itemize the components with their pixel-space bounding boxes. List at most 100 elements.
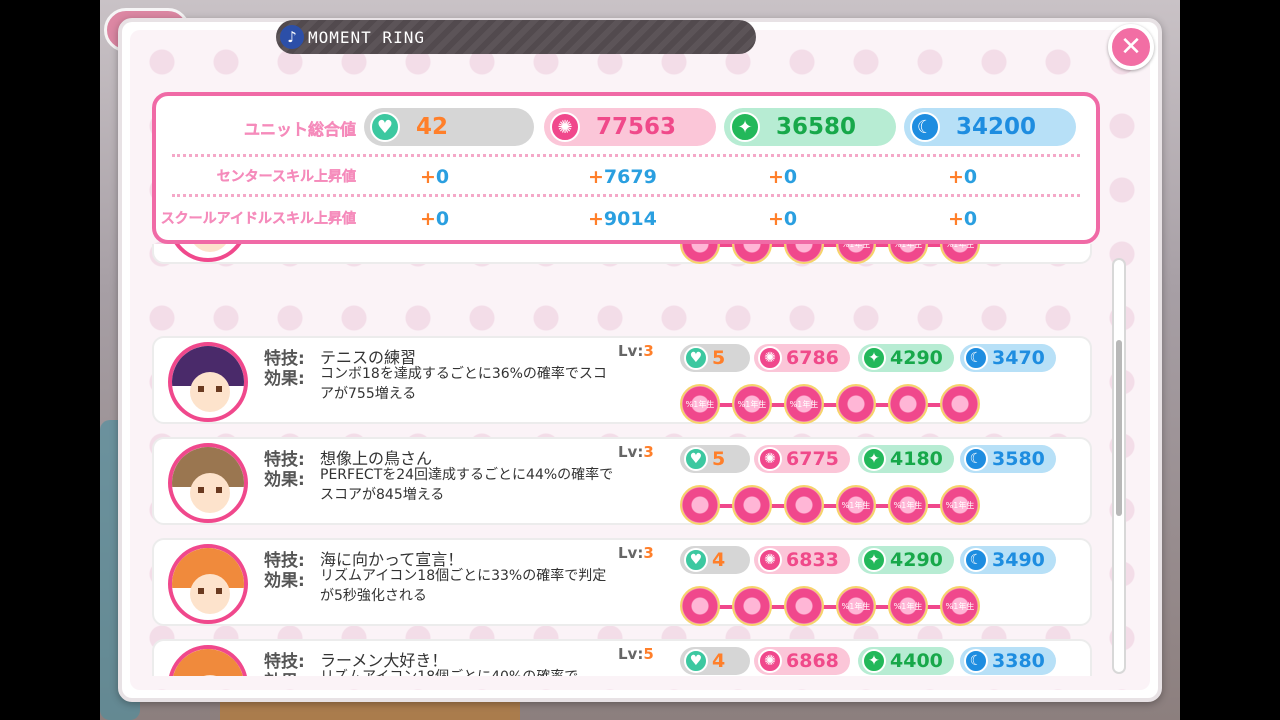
skill-slot[interactable] [784, 485, 824, 525]
smile-attribute-icon: ✺ [758, 548, 782, 572]
avatar-eyes [198, 386, 222, 392]
school-bonus-smile: +9014 [588, 208, 657, 230]
member-avatar[interactable] [168, 645, 248, 676]
school-idol-skill-label: スクールアイドルスキル上昇値 [160, 211, 357, 227]
skill-effect: リズムアイコン18個ごとに33%の確率で判定が5秒強化される [320, 568, 607, 604]
member-smile: ✺ 6775 [754, 445, 850, 473]
skill-slots: %1年生 %1年生 %1年生 [680, 244, 980, 264]
avatar-face [190, 244, 230, 252]
heart-icon: ♥ [684, 346, 708, 370]
pure-attribute-icon: ✦ [862, 447, 886, 471]
effect-label: 効果: [264, 369, 305, 389]
unit-total-label: ユニット総合値 [243, 120, 356, 139]
member-avatar[interactable] [168, 244, 248, 262]
heart-icon: ♥ [684, 447, 708, 471]
member-pure: ✦ 4400 [858, 647, 954, 675]
skill-effect: リズムアイコン18個ごとに40%の確率で [320, 667, 620, 676]
member-pure: ✦ 4180 [858, 445, 954, 473]
skill-slot[interactable]: %1年生 [680, 384, 720, 424]
cool-attribute-icon: ☾ [964, 649, 988, 673]
member-cool: ☾ 3380 [960, 647, 1056, 675]
cool-attribute-icon: ☾ [964, 447, 988, 471]
divider [172, 194, 1080, 197]
skill-slot[interactable]: %1年生 [836, 586, 876, 626]
skill-slots: %1年生 %1年生 %1年生 [680, 485, 980, 525]
skill-level: Lv:3 [618, 342, 654, 360]
skill-slot[interactable] [784, 586, 824, 626]
close-icon: ✕ [1120, 32, 1142, 62]
skill-slot[interactable]: %1年生 [940, 485, 980, 525]
school-bonus-pure: +0 [768, 208, 798, 230]
skill-slot[interactable] [888, 384, 928, 424]
smile-attribute-icon: ✺ [550, 112, 580, 142]
game-screen: ♪ MOMENT RING ✕ ユニット総合値 ♥ 42 ✺ 77563 ✦ 3… [0, 0, 1280, 720]
skill-slot[interactable]: %1年生 [888, 586, 928, 626]
skill-level: Lv:5 [618, 645, 654, 663]
total-cool-value: 34200 [956, 114, 1037, 140]
scrollbar[interactable] [1112, 258, 1126, 674]
skill-slot[interactable]: %1年生 [940, 244, 980, 264]
smile-attribute-icon: ✺ [758, 649, 782, 673]
skill-level: Lv:3 [618, 544, 654, 562]
avatar-face [190, 574, 230, 614]
total-pure: ✦ 36580 [724, 108, 896, 146]
member-card[interactable]: 特技: 効果: リズムアイコン22個ごとに32%の確率で判定が5秒強化される L… [152, 244, 1092, 264]
pure-attribute-icon: ✦ [862, 649, 886, 673]
center-skill-label: センタースキル上昇値 [216, 169, 357, 185]
skill-slot[interactable]: %1年生 [836, 485, 876, 525]
avatar-eyes [198, 487, 222, 493]
member-hearts: ♥ 4 [680, 546, 750, 574]
avatar-face [190, 473, 230, 513]
close-button[interactable]: ✕ [1108, 24, 1154, 70]
heart-icon: ♥ [684, 649, 708, 673]
skill-slot[interactable]: %1年生 [732, 384, 772, 424]
title-bar: ♪ MOMENT RING [276, 20, 756, 54]
member-cool: ☾ 3470 [960, 344, 1056, 372]
unit-stats-panel: ユニット総合値 ♥ 42 ✺ 77563 ✦ 36580 ☾ 34200 センタ… [152, 92, 1100, 244]
member-hearts: ♥ 5 [680, 445, 750, 473]
pure-attribute-icon: ✦ [862, 346, 886, 370]
skill-slot[interactable]: %1年生 [784, 384, 824, 424]
skill-effect: コンボ18を達成するごとに36%の確率でスコアが755増える [320, 366, 607, 402]
member-avatar[interactable] [168, 443, 248, 523]
member-card[interactable]: 特技: テニスの練習 効果: コンボ18を達成するごとに36%の確率でスコアが7… [152, 336, 1092, 424]
school-bonus-cool: +0 [948, 208, 978, 230]
member-cool: ☾ 3580 [960, 445, 1056, 473]
smile-attribute-icon: ✺ [758, 346, 782, 370]
center-bonus-cool: +0 [948, 166, 978, 188]
skill-level: Lv:3 [618, 443, 654, 461]
member-list[interactable]: 特技: 効果: リズムアイコン22個ごとに32%の確率で判定が5秒強化される L… [152, 244, 1092, 676]
member-card[interactable]: 特技: ラーメン大好き！ 効果: リズムアイコン18個ごとに40%の確率で Lv… [152, 639, 1092, 676]
member-smile: ✺ 6868 [754, 647, 850, 675]
heart-icon: ♥ [684, 548, 708, 572]
avatar-eyes [198, 588, 222, 594]
skill-slot[interactable] [732, 244, 772, 264]
skill-slot[interactable]: %1年生 [940, 586, 980, 626]
member-card[interactable]: 特技: 想像上の鳥さん 効果: PERFECTを24回達成するごとに44%の確率… [152, 437, 1092, 525]
skill-slot[interactable] [836, 384, 876, 424]
skill-slot[interactable]: %1年生 [836, 244, 876, 264]
total-pure-value: 36580 [776, 114, 857, 140]
skill-slot[interactable] [680, 244, 720, 264]
skill-slot[interactable] [680, 485, 720, 525]
member-hearts: ♥ 4 [680, 647, 750, 675]
skill-slot[interactable] [732, 485, 772, 525]
skill-slot[interactable] [732, 586, 772, 626]
pure-attribute-icon: ✦ [862, 548, 886, 572]
member-smile: ✺ 6786 [754, 344, 850, 372]
member-hearts: ♥ 5 [680, 344, 750, 372]
avatar-hair [172, 649, 244, 676]
total-hearts-value: 42 [416, 114, 449, 140]
member-card[interactable]: 特技: 海に向かって宣言！ 効果: リズムアイコン18個ごとに33%の確率で判定… [152, 538, 1092, 626]
scroll-thumb[interactable] [1116, 340, 1122, 516]
skill-slot[interactable] [680, 586, 720, 626]
member-avatar[interactable] [168, 342, 248, 422]
skill-slot[interactable]: %1年生 [888, 244, 928, 264]
skill-slot[interactable]: %1年生 [888, 485, 928, 525]
skill-slot[interactable] [940, 384, 980, 424]
member-pure: ✦ 4290 [858, 546, 954, 574]
school-bonus-hearts: +0 [420, 208, 450, 230]
dialog-title: MOMENT RING [308, 27, 425, 47]
member-avatar[interactable] [168, 544, 248, 624]
skill-slot[interactable] [784, 244, 824, 264]
